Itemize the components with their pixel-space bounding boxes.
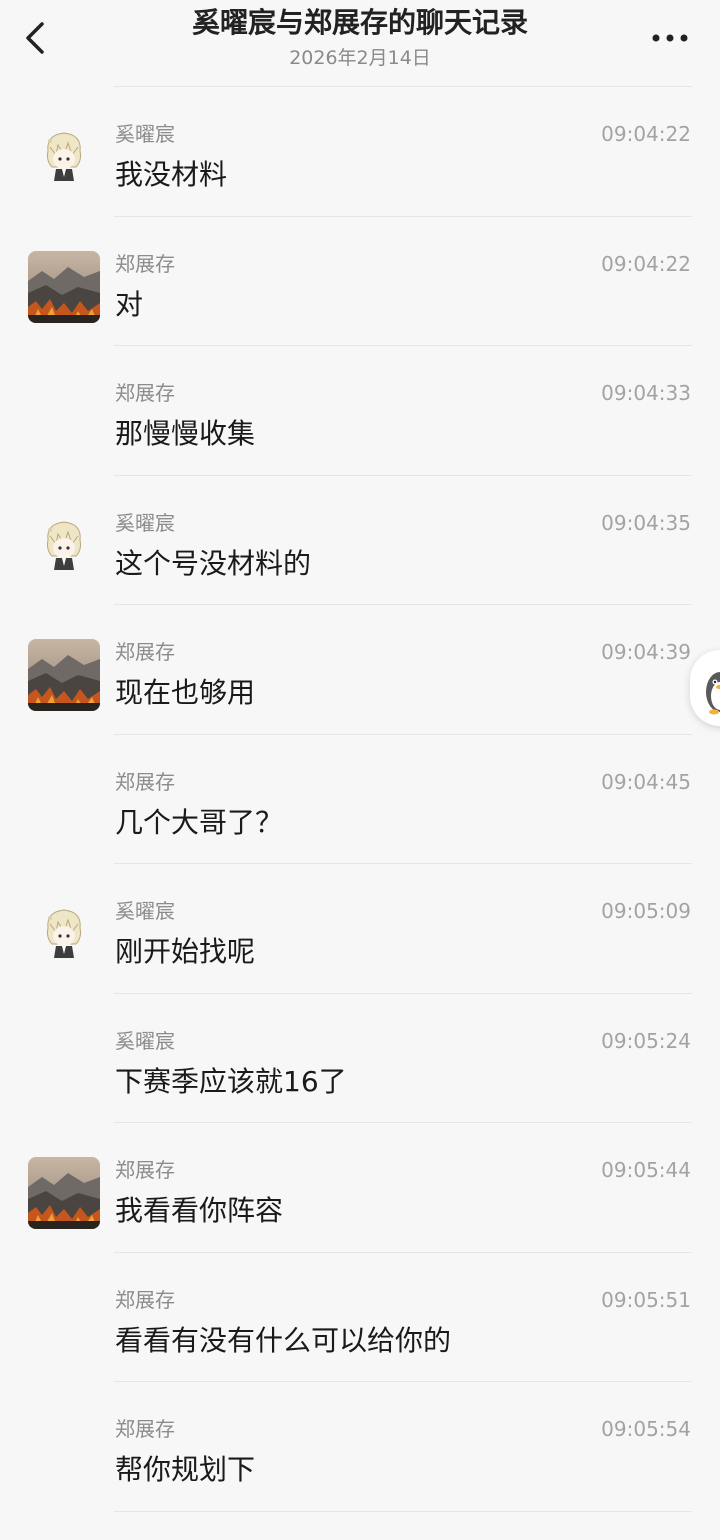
message-time: 09:04:39 xyxy=(601,640,691,664)
divider xyxy=(114,1510,692,1512)
avatar[interactable] xyxy=(28,250,100,323)
sender-name: 郑展存 xyxy=(115,381,175,405)
message-time: 09:05:24 xyxy=(601,1028,691,1053)
message-text: 现在也够用 xyxy=(115,676,256,709)
top-bar: 奚曜宸与郑展存的聊天记录 2026年2月14日 xyxy=(0,0,720,88)
avatar[interactable] xyxy=(28,509,100,582)
message-time: 09:05:51 xyxy=(601,1287,691,1312)
message-item[interactable]: 奚曜宸 09:04:35 这个号没材料的 xyxy=(0,476,720,605)
message-item[interactable]: 郑展存 09:04:22 对 xyxy=(0,217,720,346)
message-text: 刚开始找呢 xyxy=(115,935,256,968)
sender-name: 郑展存 xyxy=(115,769,175,794)
message-text: 这个号没材料的 xyxy=(115,546,312,580)
message-item[interactable]: 郑展存 09:05:51 看看有没有什么可以给你的 xyxy=(0,1253,720,1382)
message-text: 那慢慢收集 xyxy=(115,417,256,450)
message-item[interactable]: 郑展存 09:05:44 我看看你阵容 xyxy=(0,1123,720,1253)
message-text: 下赛季应该就16了 xyxy=(115,1064,347,1098)
sender-name: 奚曜宸 xyxy=(115,510,175,535)
message-item[interactable]: 奚曜宸 09:05:09 刚开始找呢 xyxy=(0,864,720,994)
message-item[interactable]: 奚曜宸 09:05:24 下赛季应该就16了 xyxy=(0,994,720,1123)
sender-name: 郑展存 xyxy=(115,1417,175,1441)
sender-name: 奚曜宸 xyxy=(115,899,175,923)
message-time: 09:05:54 xyxy=(601,1417,691,1441)
message-text: 看看有没有什么可以给你的 xyxy=(115,1323,452,1357)
page-title: 奚曜宸与郑展存的聊天记录 xyxy=(191,6,528,39)
more-dots-icon xyxy=(652,34,688,42)
message-time: 09:04:35 xyxy=(601,510,691,535)
message-time: 09:04:22 xyxy=(601,122,691,146)
message-time: 09:04:45 xyxy=(601,769,691,794)
chevron-left-icon xyxy=(26,22,44,54)
message-time: 09:04:33 xyxy=(601,381,691,405)
message-text: 对 xyxy=(115,287,144,321)
message-time: 09:05:44 xyxy=(601,1158,691,1182)
message-item[interactable]: 郑展存 09:04:33 那慢慢收集 xyxy=(0,346,720,476)
message-time: 09:04:22 xyxy=(601,251,691,276)
sender-name: 郑展存 xyxy=(115,1287,175,1312)
sender-name: 郑展存 xyxy=(115,251,175,276)
message-text: 帮你规划下 xyxy=(115,1453,256,1486)
avatar[interactable] xyxy=(28,898,100,970)
sender-name: 奚曜宸 xyxy=(115,1028,175,1053)
message-item[interactable]: 奚曜宸 09:04:22 我没材料 xyxy=(0,87,720,217)
avatar[interactable] xyxy=(28,639,100,711)
message-text: 几个大哥了？ xyxy=(115,805,284,839)
sender-name: 奚曜宸 xyxy=(115,122,175,146)
message-text: 我看看你阵容 xyxy=(115,1194,284,1227)
message-text: 我没材料 xyxy=(115,158,228,191)
sender-name: 郑展存 xyxy=(115,640,175,664)
avatar[interactable] xyxy=(28,1157,100,1229)
message-item[interactable]: 郑展存 09:05:54 帮你规划下 xyxy=(0,1382,720,1512)
avatar[interactable] xyxy=(28,121,100,193)
more-button[interactable] xyxy=(648,22,692,54)
message-item[interactable]: 郑展存 09:04:39 现在也够用 xyxy=(0,605,720,735)
message-list[interactable]: 奚曜宸 09:04:22 我没材料 郑展存 09:04:22 对郑展存 09:04:33 那… xyxy=(0,87,720,1512)
message-time: 09:05:09 xyxy=(601,899,691,923)
back-button[interactable] xyxy=(18,18,54,58)
message-item[interactable]: 郑展存 09:04:45 几个大哥了？ xyxy=(0,735,720,864)
chat-date: 2026年2月14日 xyxy=(289,47,431,69)
sender-name: 郑展存 xyxy=(115,1158,175,1182)
